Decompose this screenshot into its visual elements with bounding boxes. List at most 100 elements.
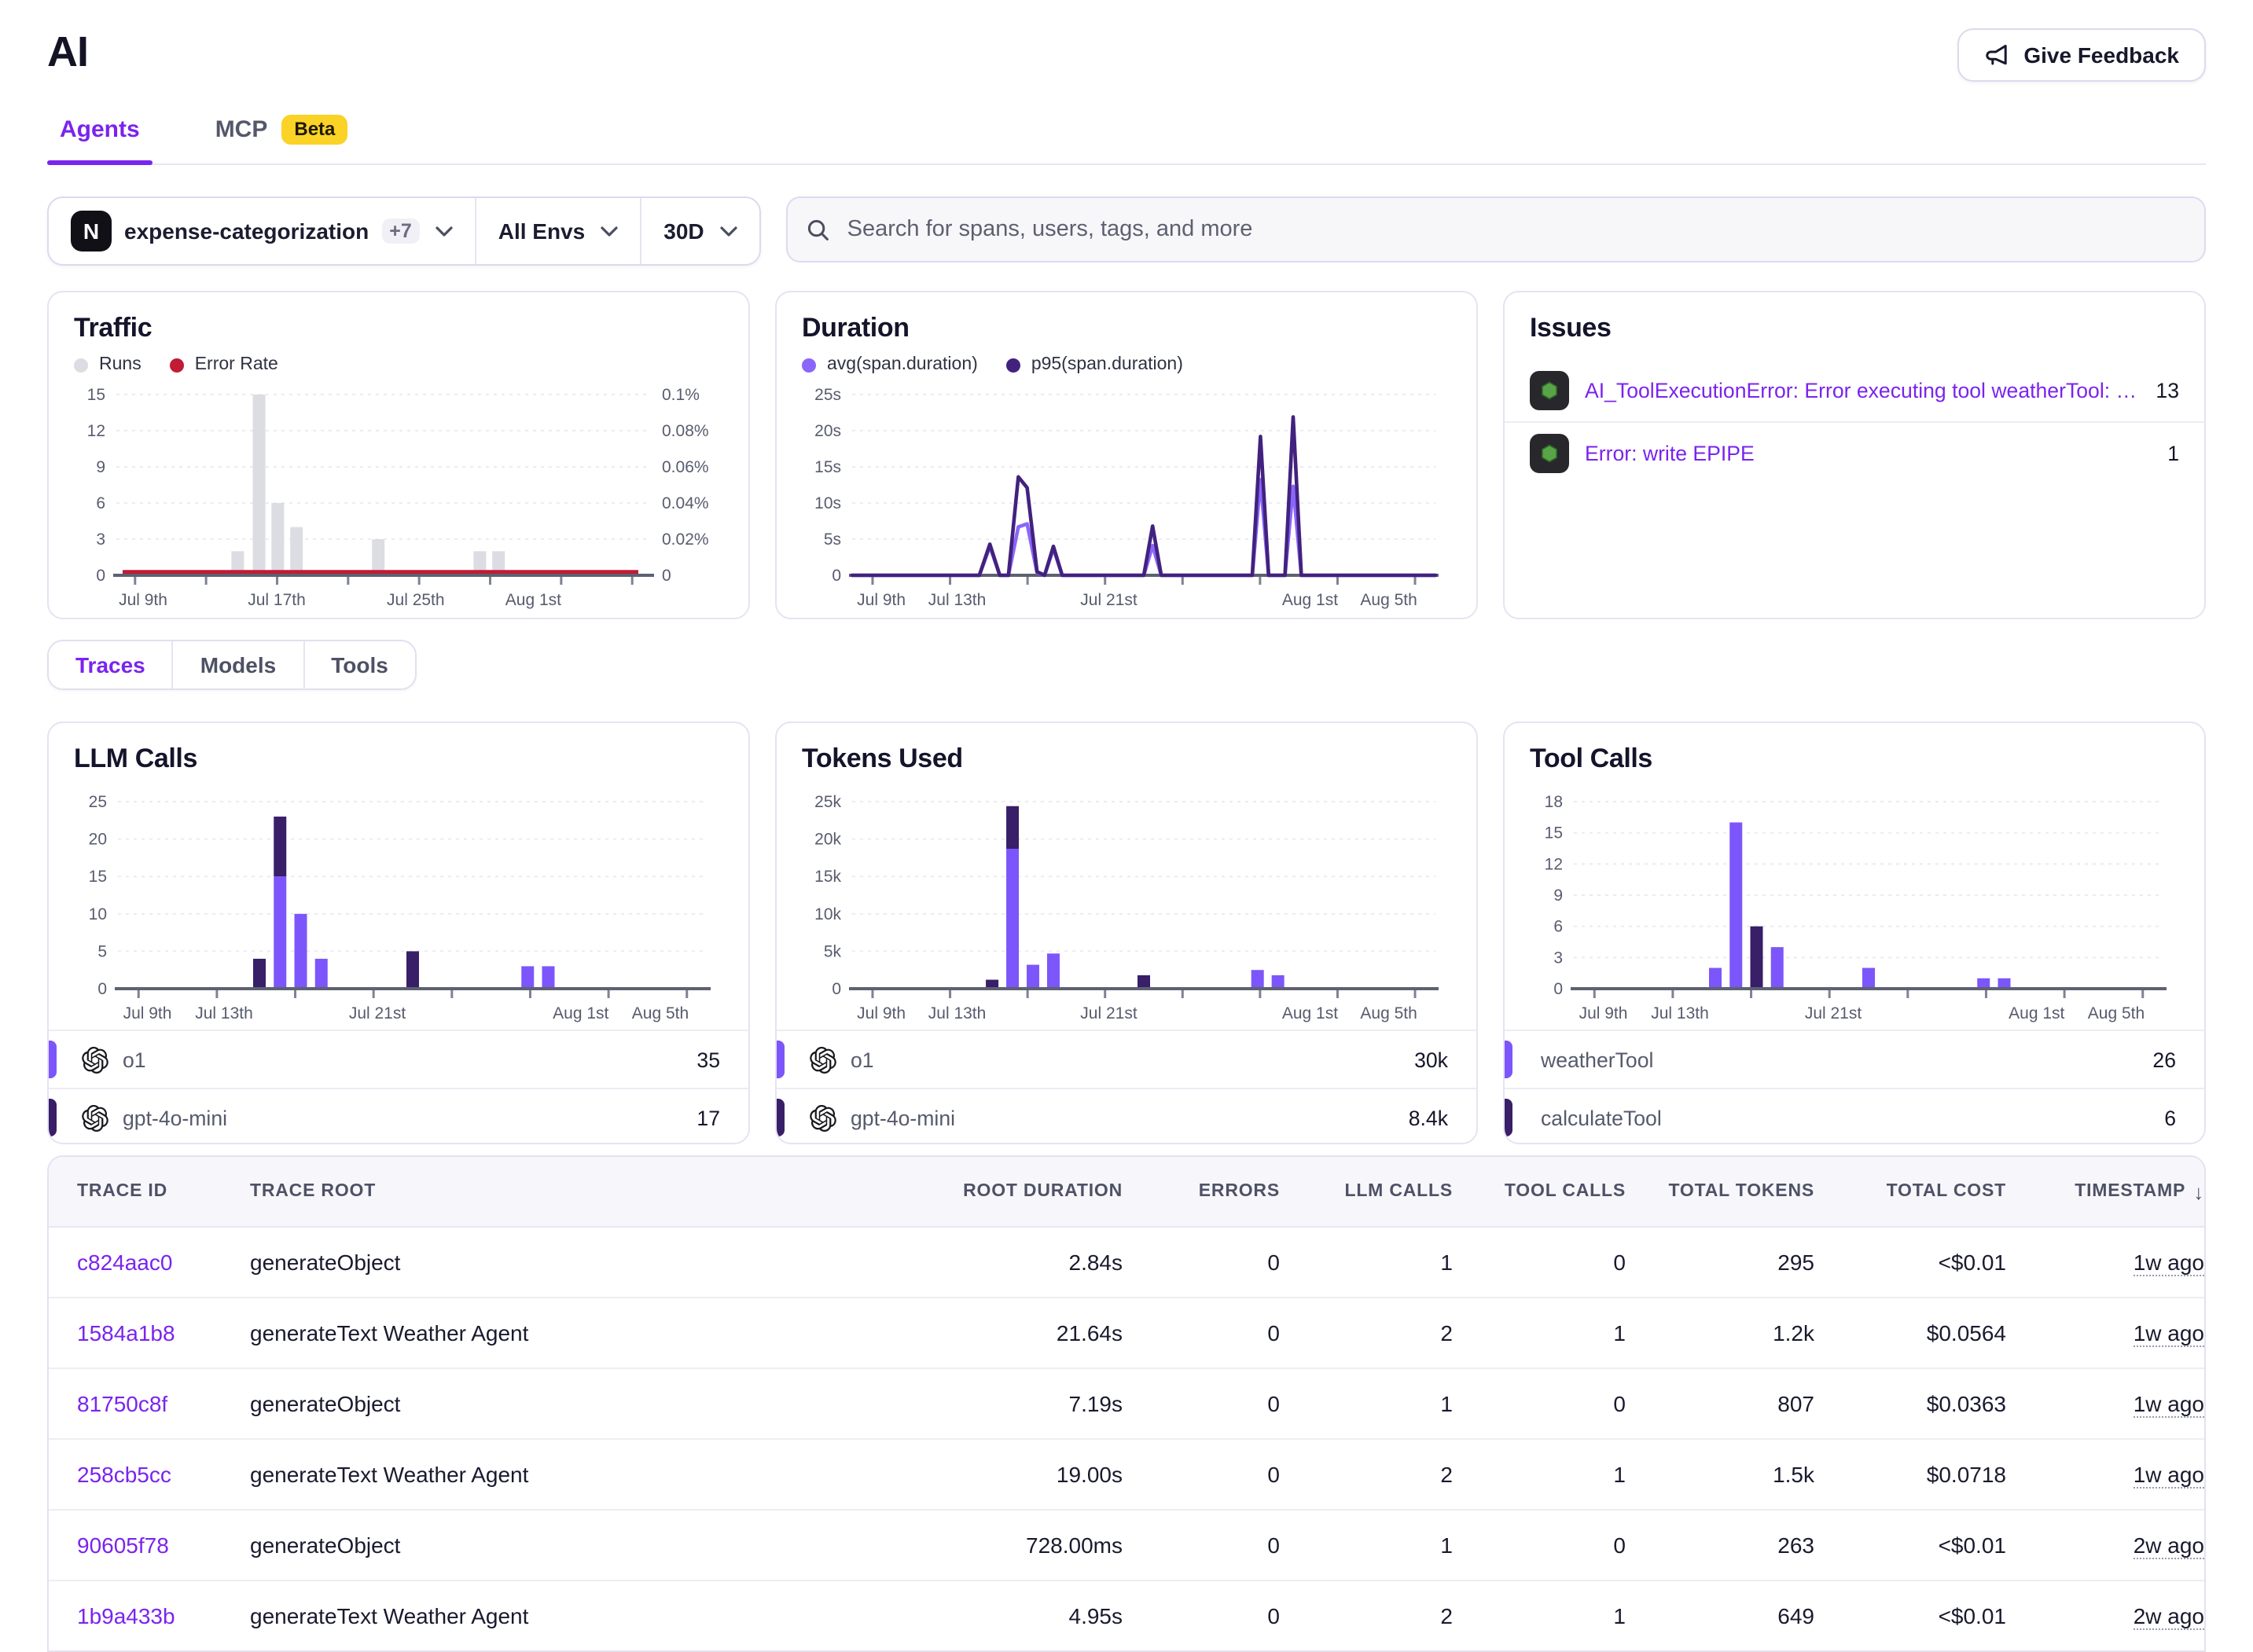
svg-text:0.08%: 0.08%	[662, 422, 709, 440]
llm-calls-title: LLM Calls	[74, 743, 723, 775]
trace-id-link[interactable]: c824aac0	[49, 1250, 250, 1275]
series-total-value: 35	[696, 1048, 720, 1071]
column-header[interactable]: Trace ID	[49, 1182, 250, 1201]
column-header[interactable]: Timestamp↓	[2006, 1180, 2204, 1203]
timestamp-link[interactable]: 1w ago	[2134, 1461, 2204, 1488]
svg-text:Aug 5th: Aug 5th	[632, 1004, 689, 1022]
series-total-value: 30k	[1414, 1048, 1448, 1071]
svg-text:Aug 1st: Aug 1st	[553, 1004, 608, 1022]
table-cell: 1.2k	[1626, 1320, 1814, 1345]
table-cell: 1w ago	[2006, 1249, 2204, 1276]
table-cell: 0	[1123, 1391, 1280, 1416]
svg-text:3: 3	[96, 530, 105, 549]
main-tabs: Agents MCP Beta	[47, 101, 2206, 165]
issue-row[interactable]: Error: write EPIPE1	[1505, 421, 2204, 484]
issue-count: 13	[2156, 379, 2179, 402]
tokens-used-card: Tokens Used 05k10k15k20k25kJul 9thJul 13…	[775, 721, 1478, 1144]
duration-legend: avg(span.duration)p95(span.duration)	[802, 355, 1451, 374]
series-color-strip	[777, 1041, 785, 1078]
svg-text:6: 6	[96, 494, 105, 512]
table-cell: 2	[1280, 1320, 1453, 1345]
tab-traces[interactable]: Traces	[49, 641, 172, 688]
series-name: o1	[123, 1048, 696, 1071]
timestamp-link[interactable]: 1w ago	[2134, 1390, 2204, 1417]
tokens-used-title: Tokens Used	[802, 743, 1451, 775]
series-total-row: o130k	[777, 1030, 1476, 1088]
table-cell: <$0.01	[1814, 1250, 2006, 1275]
svg-text:5: 5	[97, 942, 107, 960]
svg-text:0.04%: 0.04%	[662, 494, 709, 512]
table-cell: 807	[1626, 1391, 1814, 1416]
legend-label: Runs	[99, 355, 142, 374]
table-cell: 2	[1280, 1603, 1453, 1628]
table-row[interactable]: 258cb5ccgenerateText Weather Agent19.00s…	[49, 1438, 2204, 1509]
date-range-filter[interactable]: 30D	[640, 198, 759, 264]
project-filter[interactable]: N expense-categorization +7	[49, 198, 475, 264]
column-header[interactable]: Errors	[1123, 1182, 1280, 1201]
chevron-down-icon	[720, 226, 737, 237]
timestamp-link[interactable]: 1w ago	[2134, 1249, 2204, 1276]
env-filter[interactable]: All Envs	[475, 198, 641, 264]
column-header[interactable]: Total Tokens	[1626, 1182, 1814, 1201]
table-cell: 0	[1453, 1391, 1626, 1416]
megaphone-icon	[1984, 42, 2009, 68]
table-row[interactable]: c824aac0generateObject2.84s010295<$0.011…	[49, 1228, 2204, 1297]
traces-table: Trace IDTrace RootRoot Duration ErrorsLLM…	[47, 1155, 2206, 1652]
column-header[interactable]: LLM Calls	[1280, 1182, 1453, 1201]
table-cell: 0	[1123, 1250, 1280, 1275]
search-input[interactable]	[844, 215, 2185, 244]
issues-title: Issues	[1530, 313, 2179, 344]
table-cell: 7.19s	[785, 1391, 1123, 1416]
svg-text:25k: 25k	[814, 793, 841, 811]
timestamp-link[interactable]: 2w ago	[2134, 1602, 2204, 1629]
column-label: Errors	[1199, 1182, 1280, 1201]
table-row[interactable]: 1b9a433bgenerateText Weather Agent4.95s0…	[49, 1580, 2204, 1650]
trace-id-link[interactable]: 1584a1b8	[49, 1320, 250, 1345]
tab-agents[interactable]: Agents	[47, 101, 153, 163]
legend-dot	[802, 358, 816, 372]
page-title: AI	[47, 28, 88, 77]
trace-id-link[interactable]: 81750c8f	[49, 1391, 250, 1416]
svg-text:Jul 9th: Jul 9th	[857, 591, 906, 609]
table-row[interactable]: 1584a1b8generateText Weather Agent21.64s…	[49, 1297, 2204, 1367]
svg-text:10s: 10s	[814, 494, 841, 512]
column-label: Total Cost	[1887, 1182, 2006, 1201]
timestamp-link[interactable]: 1w ago	[2134, 1320, 2204, 1346]
table-cell: 1	[1453, 1462, 1626, 1487]
issue-row[interactable]: AI_ToolExecutionError: Error executing t…	[1505, 360, 2204, 421]
series-name: weatherTool	[1541, 1048, 2152, 1071]
legend-dot	[170, 358, 184, 372]
table-cell: 1	[1280, 1533, 1453, 1558]
table-cell: 2w ago	[2006, 1602, 2204, 1629]
give-feedback-button[interactable]: Give Feedback	[1957, 28, 2206, 82]
series-total-row: gpt-4o-mini8.4k	[777, 1088, 1476, 1144]
openai-icon	[82, 1046, 108, 1073]
table-cell: 1	[1453, 1603, 1626, 1628]
table-row[interactable]: 81750c8fgenerateObject7.19s010807$0.0363…	[49, 1367, 2204, 1438]
table-row[interactable]: 90605f78generateObject728.00ms010263<$0.…	[49, 1509, 2204, 1580]
table-cell: 2.84s	[785, 1250, 1123, 1275]
series-total-value: 17	[696, 1106, 720, 1129]
column-header[interactable]: Root Duration	[785, 1182, 1123, 1201]
legend-item: Error Rate	[170, 355, 278, 374]
column-header[interactable]: Trace Root	[250, 1182, 785, 1201]
svg-text:Jul 21st: Jul 21st	[1080, 591, 1138, 609]
svg-text:0: 0	[662, 567, 671, 585]
column-header[interactable]: Tool Calls	[1453, 1182, 1626, 1201]
column-header[interactable]: Total Cost	[1814, 1182, 2006, 1201]
tab-tools[interactable]: Tools	[303, 641, 415, 688]
timestamp-link[interactable]: 2w ago	[2134, 1532, 2204, 1558]
table-cell: 1	[1453, 1320, 1626, 1345]
tab-mcp[interactable]: MCP Beta	[203, 101, 361, 163]
issue-link[interactable]: AI_ToolExecutionError: Error executing t…	[1585, 379, 2140, 402]
trace-id-link[interactable]: 90605f78	[49, 1533, 250, 1558]
trace-id-link[interactable]: 258cb5cc	[49, 1462, 250, 1487]
svg-text:15: 15	[89, 868, 107, 886]
issue-link[interactable]: Error: write EPIPE	[1585, 442, 2152, 465]
trace-id-link[interactable]: 1b9a433b	[49, 1603, 250, 1628]
svg-text:0.02%: 0.02%	[662, 530, 709, 549]
tab-models[interactable]: Models	[172, 641, 303, 688]
series-total-value: 26	[2152, 1048, 2176, 1071]
openai-icon	[810, 1046, 836, 1073]
svg-text:Aug 1st: Aug 1st	[2009, 1004, 2064, 1022]
